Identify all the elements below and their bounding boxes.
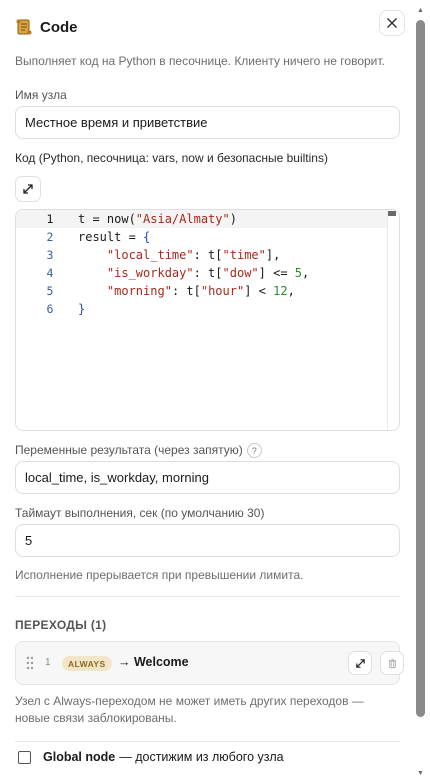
expand-editor-button[interactable]: [15, 176, 41, 202]
result-vars-label: Переменные результата (через запятую)?: [15, 443, 262, 459]
trash-icon: [388, 658, 396, 668]
transition-target: → Welcome: [118, 655, 189, 669]
delete-transition-button[interactable]: [380, 651, 404, 675]
code-node-panel: Code Выполняет код на Python в песочнице…: [0, 0, 412, 783]
line-number: 6: [46, 302, 54, 316]
expand-transition-button[interactable]: [348, 651, 372, 675]
always-badge: ALWAYS: [62, 656, 112, 671]
timeout-input[interactable]: 5: [15, 524, 400, 557]
code-label: Код (Python, песочница: vars, now и безо…: [15, 151, 328, 165]
code-line: }: [78, 302, 86, 316]
code-line: "local_time": t["time"],: [106, 248, 281, 262]
node-name-input[interactable]: Местное время и приветствие: [15, 106, 400, 139]
scroll-icon: [15, 18, 33, 36]
timeout-hint: Исполнение прерывается при превышении ли…: [15, 568, 304, 582]
line-number: 3: [46, 248, 54, 262]
section-divider: [15, 596, 400, 597]
panel-scrollbar-thumb[interactable]: [416, 20, 425, 717]
line-number: 1: [46, 212, 54, 226]
transitions-title: ПЕРЕХОДЫ (1): [15, 618, 107, 632]
drag-handle-icon[interactable]: [25, 655, 35, 671]
line-number: 2: [46, 230, 54, 244]
timeout-label: Таймаут выполнения, сек (по умолчанию 30…: [15, 506, 265, 520]
global-node-description: — достижим из любого узла: [119, 750, 284, 764]
close-icon: [387, 18, 397, 28]
scroll-up-icon[interactable]: ▲: [416, 7, 425, 15]
panel-title: Code: [40, 18, 78, 36]
transition-row: 1 ALWAYS → Welcome: [15, 641, 404, 685]
code-line: result = {: [78, 230, 151, 244]
node-name-value: Местное время и приветствие: [25, 115, 208, 130]
line-number: 4: [46, 266, 54, 280]
global-node-label: Global node: [43, 750, 116, 764]
node-description: Выполняет код на Python в песочнице. Кли…: [15, 54, 385, 68]
expand-icon: [355, 658, 365, 668]
code-editor[interactable]: 1 2 3 4 5 6 t = now("Asia/Almaty") resul…: [15, 209, 400, 431]
section-divider: [15, 741, 400, 742]
transition-index: 1: [45, 657, 51, 668]
help-icon[interactable]: ?: [246, 443, 262, 459]
scroll-down-icon[interactable]: ▼: [416, 770, 425, 778]
code-line: "is_workday": t["dow"] <= 5,: [106, 266, 310, 280]
panel-header: Code: [15, 14, 78, 40]
code-line: "morning": t["hour"] < 12,: [106, 284, 295, 298]
close-button[interactable]: [379, 10, 405, 36]
editor-scrollbar[interactable]: [387, 210, 399, 430]
global-node-checkbox[interactable]: [18, 750, 31, 764]
code-line: t = now("Asia/Almaty"): [78, 212, 237, 226]
expand-icon: [23, 184, 33, 194]
transitions-hint: Узел с Always-переходом не может иметь д…: [15, 694, 364, 725]
editor-scrollbar-thumb[interactable]: [388, 211, 396, 216]
result-vars-input[interactable]: local_time, is_workday, morning: [15, 461, 400, 494]
node-name-label: Имя узла: [15, 88, 67, 102]
line-number: 5: [46, 284, 54, 298]
timeout-value: 5: [25, 533, 33, 548]
result-vars-value: local_time, is_workday, morning: [25, 470, 209, 485]
global-node-row[interactable]: Global node — достижим из любого узла: [18, 750, 284, 764]
